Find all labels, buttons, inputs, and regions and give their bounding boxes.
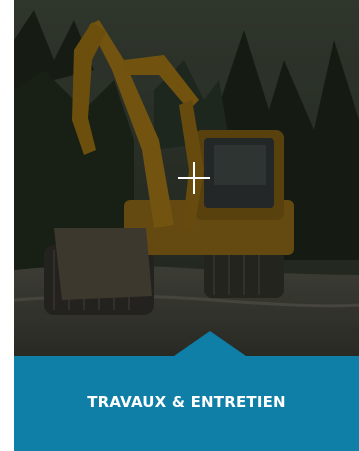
card-title[interactable]: TRAVAUX & ENTRETIEN [14,392,359,412]
service-card[interactable]: TRAVAUX & ENTRETIEN [14,0,359,451]
caption-notch [174,331,246,356]
plus-icon[interactable] [178,162,210,194]
page: TRAVAUX & ENTRETIEN [0,0,359,451]
excavator-photo[interactable] [14,0,359,356]
